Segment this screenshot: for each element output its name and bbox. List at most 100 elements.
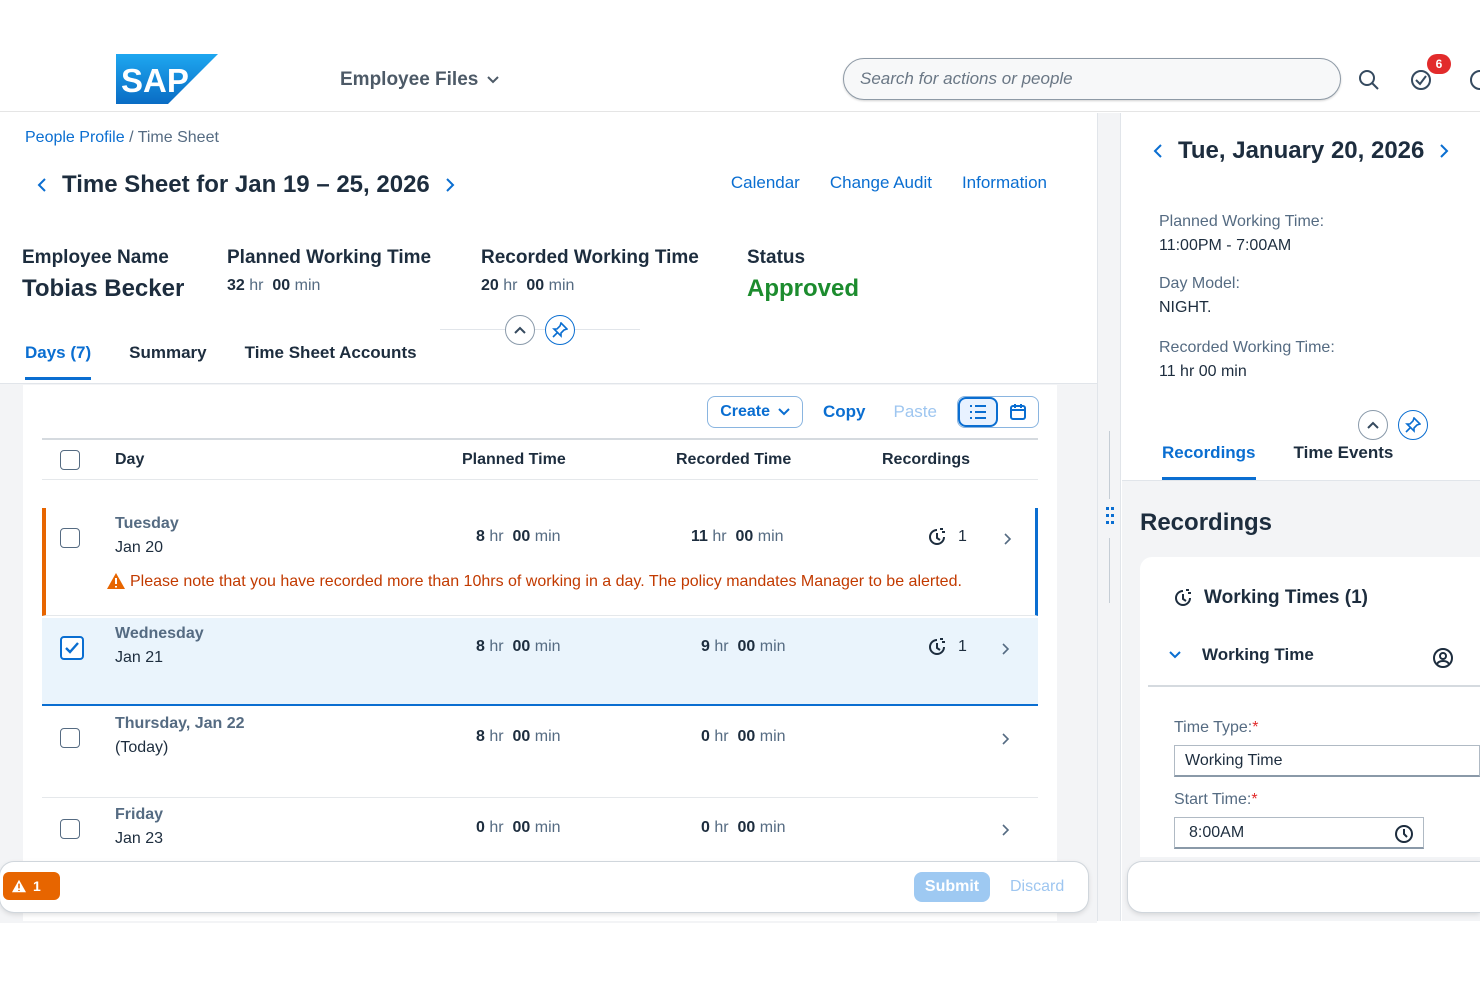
days-table-card: Create Copy Paste Day Planned Time Recor… [23,385,1057,921]
row-checkbox-checked[interactable] [60,636,84,660]
tab-time-events[interactable]: Time Events [1294,443,1394,480]
copy-button[interactable]: Copy [815,402,874,422]
search-icon[interactable] [1357,68,1381,92]
view-toggle [957,396,1039,428]
layout-splitter [1097,113,1121,921]
chevron-left-icon[interactable] [1152,143,1164,159]
detail-day-model: Day Model: NIGHT. [1159,275,1240,316]
detail-content: Recordings Working Times (1) Working Tim… [1122,480,1480,921]
tab-summary[interactable]: Summary [129,343,206,380]
list-view-button[interactable] [958,397,998,427]
start-time-label: Start Time:* [1174,791,1258,808]
start-time-value: 8:00AM [1189,824,1245,841]
tab-recordings[interactable]: Recordings [1162,443,1256,480]
time-recording-icon [929,638,945,655]
table-row[interactable]: Thursday, Jan 22 (Today) 8 hr 00 min 0 h… [42,708,1038,798]
column-recorded-time: Recorded Time [676,451,792,468]
chevron-down-icon [778,408,790,416]
planned-working-time-label: Planned Working Time [227,247,432,268]
row-day: Tuesday Jan 20 [115,515,179,556]
time-type-select[interactable]: Working Time [1174,745,1480,777]
calendar-link[interactable]: Calendar [731,173,800,193]
kpi-status: Status Approved [747,247,859,303]
row-recorded-time: 0 hr 00 min [701,728,786,745]
detail-title: Tue, January 20, 2026 [1178,137,1425,164]
detail-collapse-button[interactable] [1358,410,1388,440]
splitter-line-bottom [1109,538,1110,603]
row-day: Wednesday Jan 21 [115,625,204,666]
sap-logo-text: SAP [121,62,189,99]
information-link[interactable]: Information [962,173,1047,193]
working-time-item-title: Working Time [1202,645,1314,664]
row-recordings[interactable]: 1 [926,636,967,658]
breadcrumb-people-profile[interactable]: People Profile [25,129,125,146]
select-all-checkbox[interactable] [60,450,80,470]
recordings-heading: Recordings [1140,509,1273,536]
title-row: Time Sheet for Jan 19 – 25, 2026 [36,171,456,199]
splitter-grip-icon[interactable] [1104,505,1116,527]
collapse-header-button[interactable] [505,315,535,345]
status-value: Approved [747,275,860,302]
chevron-right-icon[interactable] [444,177,456,193]
row-day: Friday Jan 23 [115,806,164,847]
recorded-working-time-value: 20 hr 00 min [481,277,575,294]
row-checkbox[interactable] [60,728,80,748]
pin-header-button[interactable] [545,315,575,345]
column-recordings: Recordings [882,451,971,468]
row-chevron-icon[interactable] [1000,732,1010,746]
detail-title-row: Tue, January 20, 2026 [1152,137,1450,165]
kpi-employee: Employee Name Tobias Becker [22,247,184,303]
calendar-view-button[interactable] [998,397,1038,427]
chevron-up-icon [514,326,526,334]
help-icon[interactable] [1468,68,1480,92]
kpi-planned: Planned Working Time 32 hr 00 min [227,247,431,295]
row-chevron-icon[interactable] [1000,642,1010,656]
row-chevron-icon[interactable] [1002,532,1012,546]
task-check-icon[interactable] [1409,68,1433,92]
recorded-working-time-label: Recorded Working Time [481,247,699,268]
person-icon[interactable] [1432,647,1454,669]
paste-button[interactable]: Paste [886,402,945,422]
chevron-down-icon[interactable] [1168,650,1182,660]
pin-icon [552,322,568,338]
working-time-item-header[interactable]: Working Time [1168,645,1314,665]
kpi-recorded: Recorded Working Time 20 hr 00 min [481,247,699,295]
row-recorded-time: 11 hr 00 min [691,528,784,545]
row-recordings[interactable]: 1 [926,526,967,548]
checkmark-icon [65,642,79,654]
table-toolbar: Create Copy Paste [707,395,1057,429]
chevron-down-icon [487,76,500,84]
tab-days[interactable]: Days (7) [25,343,92,380]
start-time-input[interactable]: 8:00AM [1174,817,1424,849]
tab-time-sheet-accounts[interactable]: Time Sheet Accounts [245,343,417,380]
search-input[interactable] [844,59,1340,99]
search-field[interactable] [843,58,1341,100]
time-picker-icon[interactable] [1393,823,1415,845]
employee-files-menu[interactable]: Employee Files [340,69,500,91]
row-checkbox[interactable] [60,819,80,839]
row-chevron-icon[interactable] [1000,823,1010,837]
change-audit-link[interactable]: Change Audit [830,173,932,193]
list-icon [970,405,986,419]
row-checkbox[interactable] [60,528,80,548]
create-button[interactable]: Create [707,396,804,428]
discard-button[interactable]: Discard [1000,872,1074,902]
table-row[interactable]: Wednesday Jan 21 8 hr 00 min 9 hr 00 min… [42,618,1038,706]
chevron-right-icon[interactable] [1438,143,1450,159]
sap-logo[interactable]: SAP [116,54,218,104]
detail-planned-working-time: Planned Working Time: 11:00PM - 7:00AM [1159,213,1325,254]
working-times-title: Working Times (1) [1172,587,1368,609]
chevron-left-icon[interactable] [36,177,48,193]
message-popover-button[interactable]: 1 [3,872,60,900]
page-title: Time Sheet for Jan 19 – 25, 2026 [62,171,430,198]
warning-icon [12,879,26,893]
detail-footer-toolbar [1128,862,1480,912]
row-planned-time: 0 hr 00 min [476,819,561,836]
breadcrumb: People Profile / Time Sheet [25,129,219,147]
table-row[interactable]: Tuesday Jan 20 8 hr 00 min 11 hr 00 min … [42,508,1038,616]
footer-toolbar: 1 Submit Discard [0,862,1088,912]
submit-button[interactable]: Submit [914,872,990,902]
detail-pin-button[interactable] [1398,410,1428,440]
column-day: Day [115,451,145,468]
tab-bar: Days (7) Summary Time Sheet Accounts [25,343,417,380]
